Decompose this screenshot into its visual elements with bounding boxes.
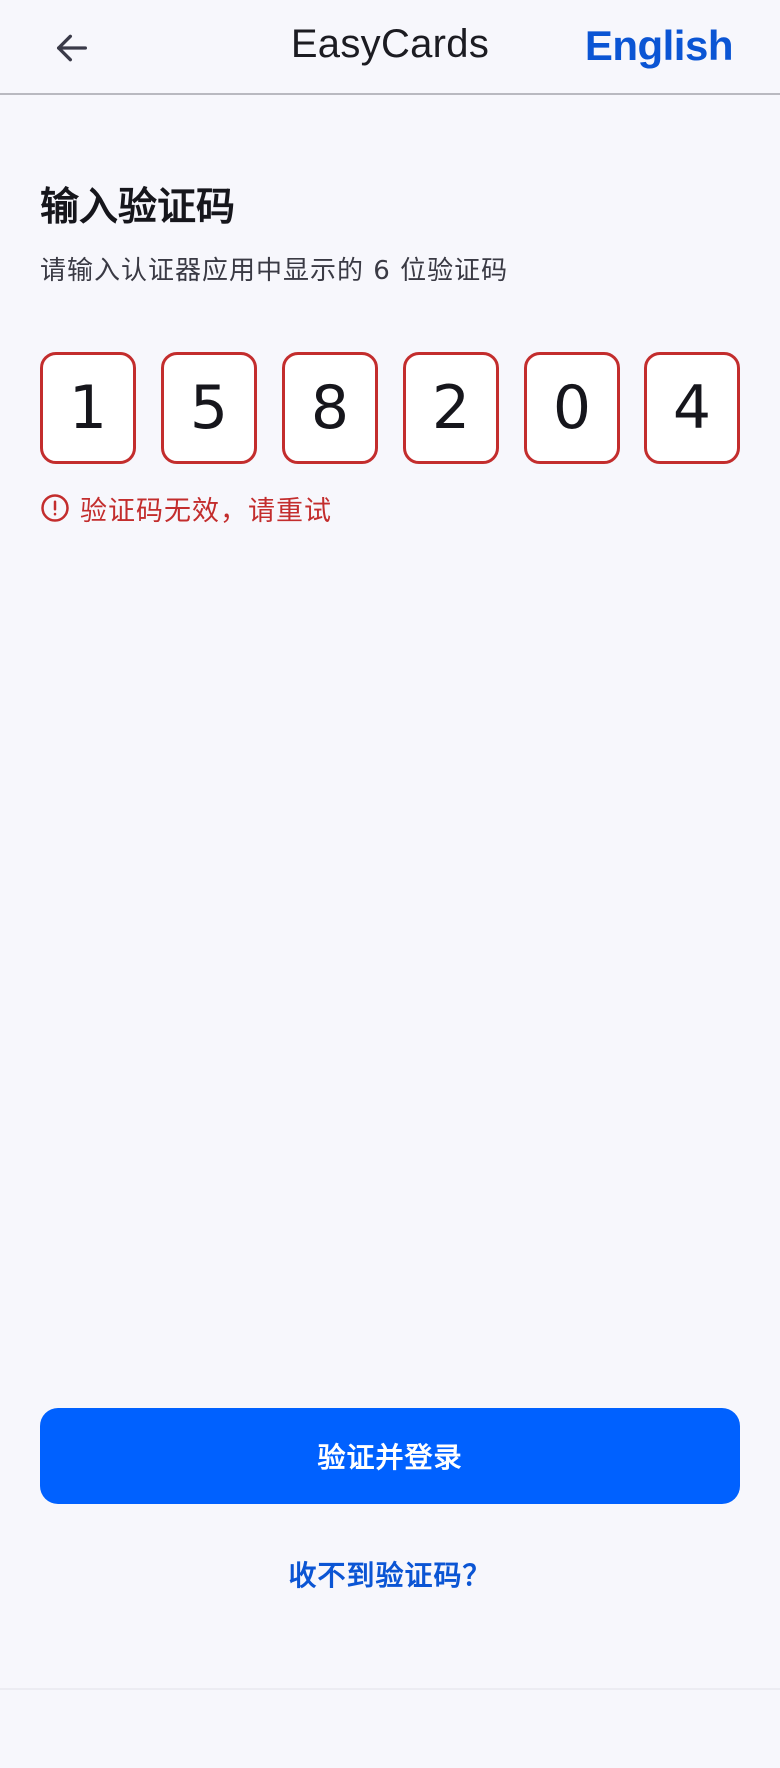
code-digit-input-3[interactable]: 8 [282,352,378,464]
screen: EasyCards English 输入验证码 请输入认证器应用中显示的 6 位… [0,0,780,1768]
alert-circle-icon [41,494,69,522]
error-text: 验证码无效，请重试 [80,495,332,527]
code-digit-input-6[interactable]: 4 [644,352,740,464]
page-subtitle: 请输入认证器应用中显示的 6 位验证码 [40,256,509,286]
language-switch-button[interactable]: English [585,22,734,70]
code-input-group: 1 5 8 2 0 4 [40,352,740,464]
page-title: 输入验证码 [40,185,236,230]
error-message: 验证码无效，请重试 [40,490,332,527]
bottom-divider [0,1688,780,1690]
verify-login-button[interactable]: 验证并登录 [40,1408,740,1504]
code-digit-input-1[interactable]: 1 [40,352,136,464]
resend-code-link[interactable]: 收不到验证码？ [0,1554,780,1594]
code-digit-input-2[interactable]: 5 [161,352,257,464]
code-digit-input-4[interactable]: 2 [403,352,499,464]
app-header: EasyCards English [0,0,780,95]
code-digit-input-5[interactable]: 0 [524,352,620,464]
